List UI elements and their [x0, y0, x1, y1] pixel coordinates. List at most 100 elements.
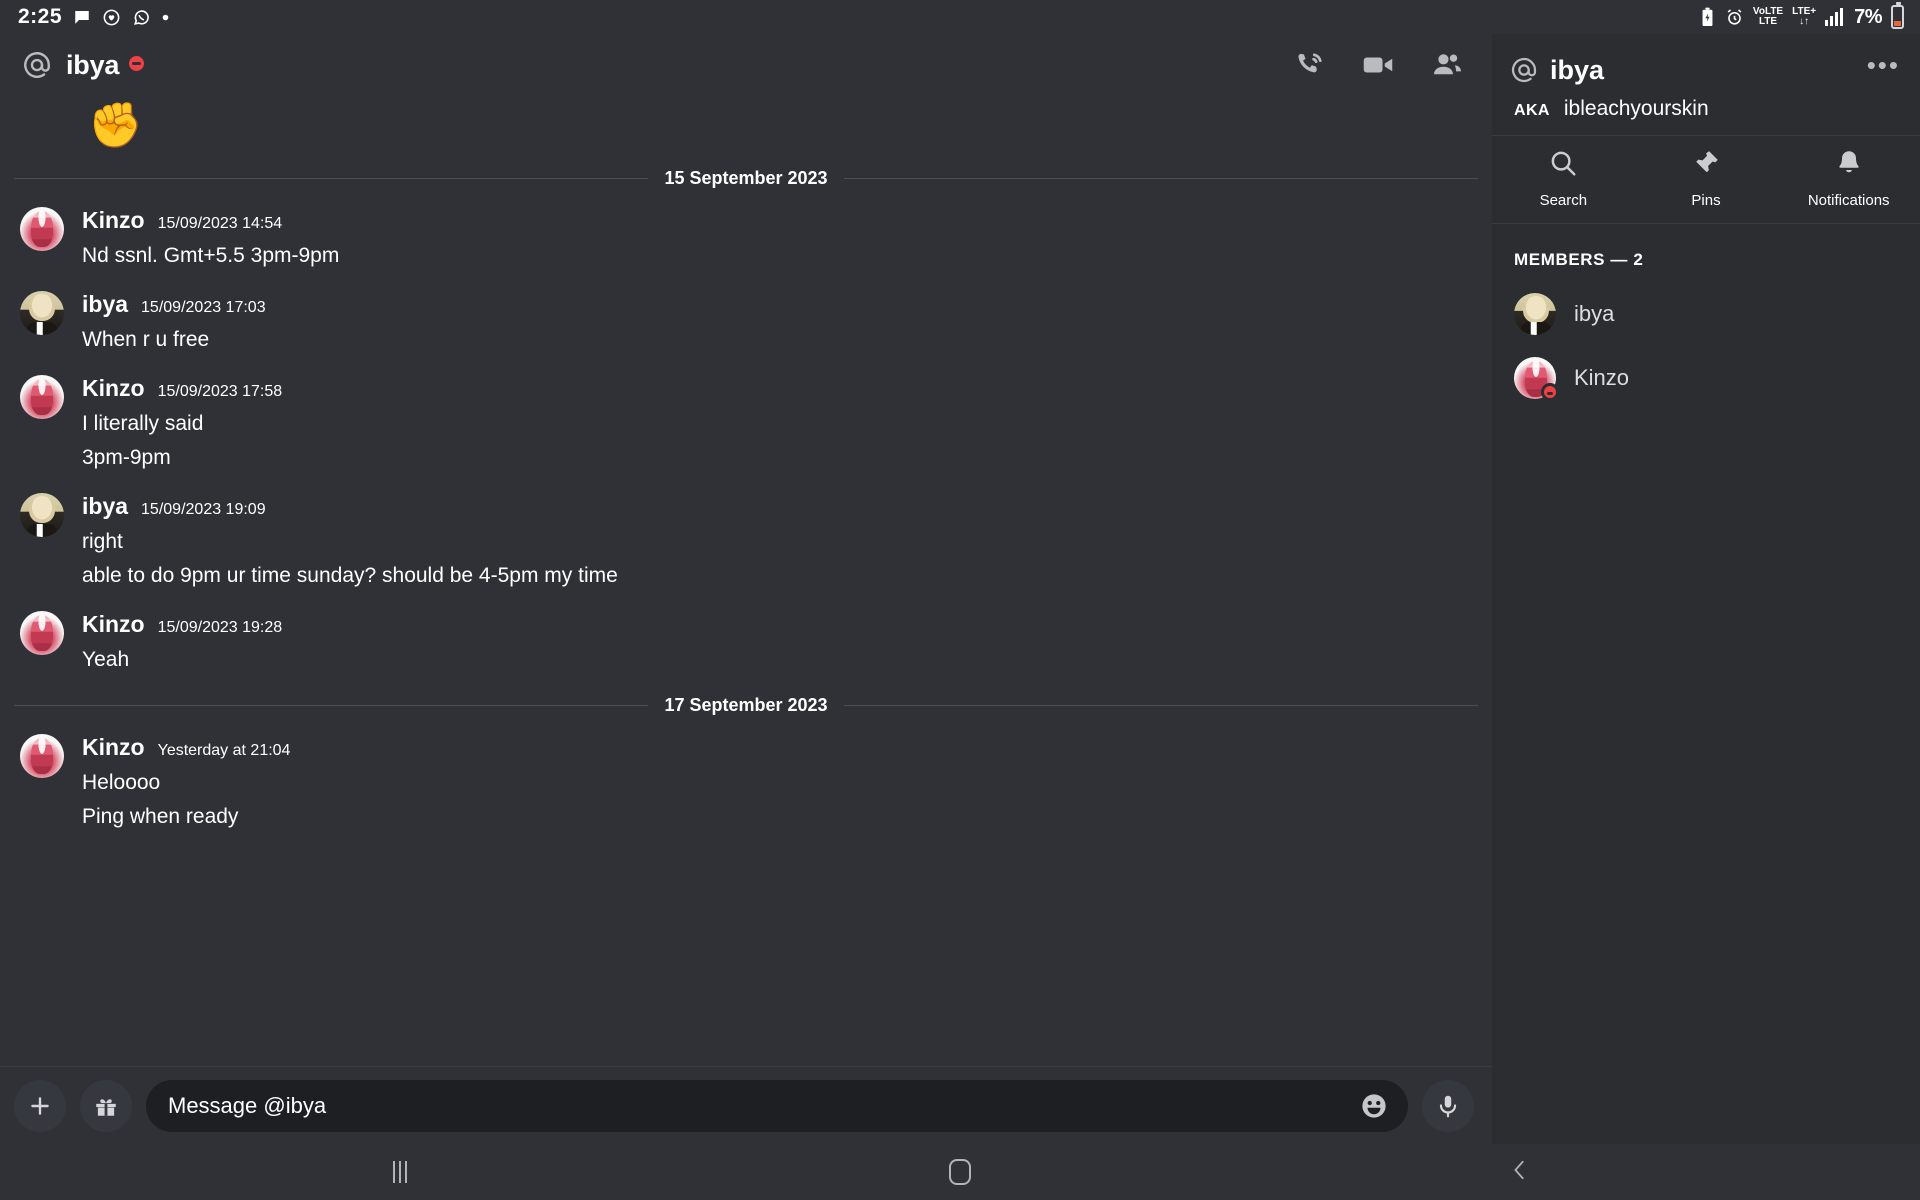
message-author[interactable]: Kinzo: [82, 611, 145, 638]
message-author[interactable]: ibya: [82, 291, 128, 318]
signal-bars-icon: [1825, 8, 1845, 26]
pin-icon: [1691, 148, 1721, 183]
message-text[interactable]: When r u free: [82, 323, 1476, 357]
avatar[interactable]: [20, 611, 64, 655]
avatar-image: [1514, 293, 1556, 335]
channel-title-group[interactable]: ibya: [22, 50, 1293, 81]
search-button[interactable]: Search: [1492, 148, 1635, 209]
message-input[interactable]: Message @ibya: [168, 1093, 1354, 1119]
recents-button[interactable]: [365, 1152, 435, 1192]
voice-call-icon[interactable]: [1293, 49, 1326, 82]
channel-actions: [1293, 47, 1472, 83]
dnd-status-icon: [1541, 383, 1559, 401]
message-meta: ibya 15/09/2023 19:09: [82, 493, 1476, 520]
panel-more-options-button[interactable]: •••: [1865, 52, 1902, 88]
channel-title: ibya: [66, 50, 119, 81]
add-attachment-button[interactable]: [14, 1080, 66, 1132]
divider-label: 15 September 2023: [648, 168, 843, 189]
fist-emoji-icon[interactable]: ✊: [88, 101, 143, 150]
home-button[interactable]: [925, 1152, 995, 1192]
message-body: Kinzo 15/09/2023 14:54 Nd ssnl. Gmt+5.5 3p…: [82, 207, 1476, 273]
message-group[interactable]: Kinzo 15/09/2023 17:58 I literally said3pm…: [0, 375, 1492, 475]
aka-value: ibleachyourskin: [1564, 97, 1709, 121]
battery-saver-icon: [1699, 7, 1716, 28]
message-group[interactable]: KinzoYesterday at 21:04 HelooooPing when …: [0, 734, 1492, 834]
message-text[interactable]: I literally said: [82, 407, 1476, 441]
message-body: Kinzo 15/09/2023 19:28 Yeah: [82, 611, 1476, 677]
message-timestamp: 15/09/2023 17:58: [158, 383, 283, 401]
panel-action-row: Search Pins Notifications: [1492, 135, 1920, 224]
divider-line: [14, 178, 648, 179]
microphone-icon[interactable]: [1422, 1080, 1474, 1132]
volte-indicator: VoLTE LTE: [1753, 7, 1783, 27]
avatar[interactable]: [20, 375, 64, 419]
channel-header: ibya: [0, 34, 1492, 96]
member-name: ibya: [1574, 301, 1614, 327]
video-call-icon[interactable]: [1360, 47, 1396, 83]
message-group[interactable]: Kinzo 15/09/2023 19:28 Yeah: [0, 611, 1492, 677]
message-text[interactable]: Ping when ready: [82, 800, 1476, 834]
dot-icon: [162, 14, 169, 21]
message-meta: KinzoYesterday at 21:04: [82, 734, 1476, 761]
message-author[interactable]: Kinzo: [82, 375, 145, 402]
message-text[interactable]: Heloooo: [82, 766, 1476, 800]
message-body: ibya 15/09/2023 19:09 rightable to do 9pm …: [82, 493, 1476, 593]
panel-title-row: ibya •••: [1510, 52, 1902, 88]
message-group[interactable]: Kinzo 15/09/2023 14:54 Nd ssnl. Gmt+5.5 3p…: [0, 207, 1492, 273]
message-meta: Kinzo 15/09/2023 17:58: [82, 375, 1476, 402]
divider-line: [844, 178, 1478, 179]
member-row[interactable]: ibya: [1492, 282, 1920, 346]
aka-label: AKA: [1514, 102, 1550, 120]
back-button[interactable]: [1485, 1152, 1555, 1192]
chat-column: ibya ✊: [0, 34, 1492, 1144]
message-text[interactable]: able to do 9pm ur time sunday? should be…: [82, 559, 1476, 593]
divider-line: [844, 705, 1478, 706]
message-text[interactable]: 3pm-9pm: [82, 441, 1476, 475]
message-timestamp: 15/09/2023 19:28: [158, 619, 283, 637]
phone-screen: 2:25 VoLTE LTE: [0, 0, 1920, 1200]
message-group[interactable]: ibya 15/09/2023 19:09 rightable to do 9pm …: [0, 493, 1492, 593]
message-author[interactable]: Kinzo: [82, 207, 145, 234]
member-row[interactable]: Kinzo: [1492, 346, 1920, 410]
avatar[interactable]: [20, 207, 64, 251]
avatar[interactable]: [20, 291, 64, 335]
message-group[interactable]: ibya15/09/2023 17:03 When r u free: [0, 291, 1492, 357]
status-bar-right: VoLTE LTE LTE+ ↓↑ 7%: [1699, 5, 1904, 29]
message-text[interactable]: Yeah: [82, 643, 1476, 677]
members-icon[interactable]: [1430, 48, 1464, 82]
notifications-button[interactable]: Notifications: [1777, 148, 1920, 209]
message-text[interactable]: Nd ssnl. Gmt+5.5 3pm-9pm: [82, 239, 1476, 273]
search-icon: [1548, 148, 1578, 183]
message-meta: Kinzo 15/09/2023 14:54: [82, 207, 1476, 234]
message-timestamp: 15/09/2023 19:09: [141, 501, 266, 519]
home-icon: [949, 1159, 971, 1185]
message-text[interactable]: right: [82, 525, 1476, 559]
search-label: Search: [1540, 192, 1588, 209]
avatar[interactable]: [1514, 357, 1556, 399]
pins-button[interactable]: Pins: [1635, 148, 1778, 209]
heart-circle-icon: [102, 8, 121, 27]
message-timestamp: 15/09/2023 14:54: [158, 215, 283, 233]
avatar[interactable]: [1514, 293, 1556, 335]
emoji-icon[interactable]: [1354, 1086, 1394, 1126]
gift-icon[interactable]: [80, 1080, 132, 1132]
message-blocks: 15 September 2023 Kinzo 15/09/2023 14:54 Nd…: [0, 168, 1492, 834]
avatar[interactable]: [20, 734, 64, 778]
panel-header: ibya ••• AKA ibleachyourskin: [1492, 34, 1920, 135]
message-input-wrapper[interactable]: Message @ibya: [146, 1080, 1408, 1132]
status-bar-left: 2:25: [18, 5, 169, 29]
reaction-emoji-row[interactable]: ✊: [0, 96, 1492, 160]
message-list[interactable]: ✊ 15 September 2023 Kinzo 15/09/2023 14:54…: [0, 96, 1492, 1066]
members-heading: MEMBERS — 2: [1492, 224, 1920, 282]
android-nav-bar: [0, 1144, 1920, 1200]
recents-icon: [393, 1161, 407, 1183]
message-author[interactable]: ibya: [82, 493, 128, 520]
message-author[interactable]: Kinzo: [82, 734, 145, 761]
message-body: Kinzo 15/09/2023 17:58 I literally said3pm…: [82, 375, 1476, 475]
battery-percent-label: 7%: [1854, 6, 1882, 29]
alarm-clock-icon: [1725, 8, 1744, 27]
message-meta: Kinzo 15/09/2023 19:28: [82, 611, 1476, 638]
message-meta: ibya15/09/2023 17:03: [82, 291, 1476, 318]
date-divider: 17 September 2023: [0, 695, 1492, 716]
avatar[interactable]: [20, 493, 64, 537]
